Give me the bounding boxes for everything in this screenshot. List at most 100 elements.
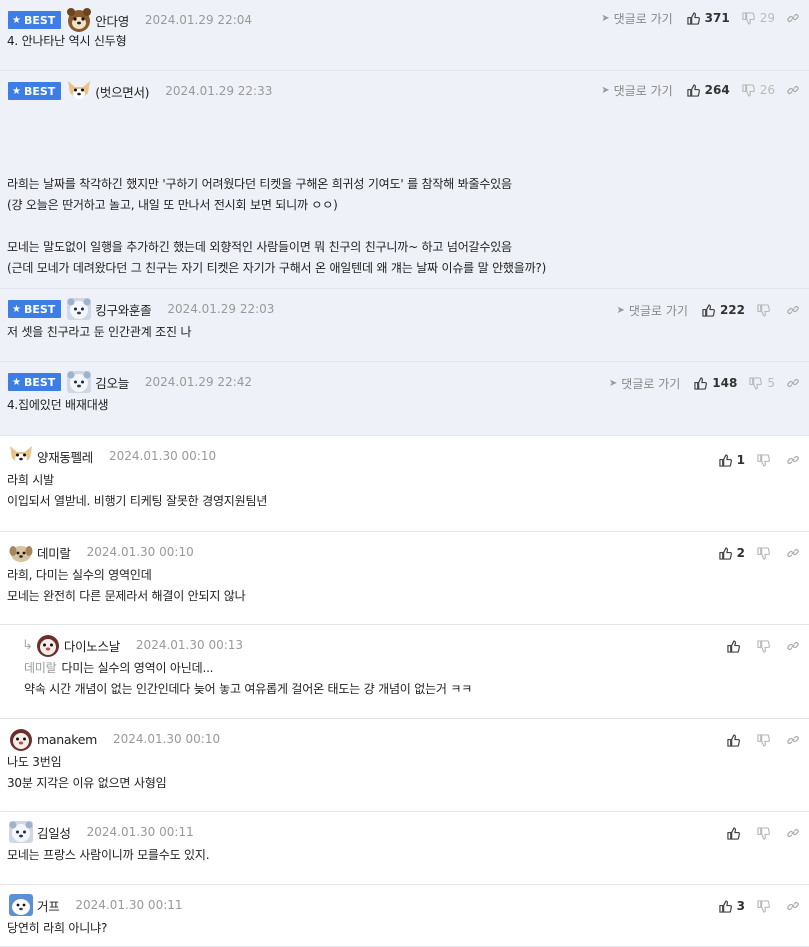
nickname[interactable]: (벗으면서)	[95, 82, 149, 101]
comment-date: 2024.01.30 00:11	[75, 898, 183, 912]
best-comment: ★ BEST 킹구와훈졸 2024.01.29 22:03 ➤ 댓글로 가기 222 저 셋을…	[0, 289, 809, 362]
avatar[interactable]	[8, 540, 34, 564]
thumbs-up-icon	[694, 376, 712, 390]
thumbs-down-icon	[742, 11, 760, 25]
upvote-count: 371	[704, 11, 730, 25]
comment-text: 모네는 프랑스 사람이니까 모를수도 있지.	[7, 848, 210, 862]
comment-text: 라희 시발	[7, 473, 54, 487]
upvote-button[interactable]: 222	[702, 303, 745, 317]
comment-text: 당연히 라희 아니냐?	[7, 921, 108, 935]
downvote-button[interactable]: 26	[742, 83, 775, 97]
avatar[interactable]	[8, 444, 34, 468]
upvote-button[interactable]	[727, 826, 745, 840]
downvote-button[interactable]	[757, 303, 775, 317]
reply-comment: ↳ 다이노스날 2024.01.30 00:13 데미랄 다미는 실수의 영역이 아닌데…	[0, 625, 809, 719]
comment-line: 모네는 완전히 다른 문제라서 해결이 안되지 않나	[7, 586, 246, 607]
avatar[interactable]	[66, 370, 92, 394]
comment-text: 모네는 완전히 다른 문제라서 해결이 안되지 않나	[7, 589, 246, 603]
thumbs-up-icon	[727, 639, 745, 653]
downvote-button[interactable]	[757, 733, 775, 747]
nickname[interactable]: 다이노스날	[64, 636, 120, 655]
upvote-button[interactable]: 264	[686, 83, 730, 97]
avatar[interactable]	[8, 820, 34, 844]
nickname[interactable]: 안다영	[95, 11, 129, 30]
comment-date: 2024.01.30 00:10	[109, 449, 217, 463]
mention-nickname[interactable]: 데미랄	[24, 661, 57, 675]
comment-text: 30분 지각은 이유 없으면 사형임	[7, 776, 167, 790]
nickname[interactable]: 김일성	[37, 823, 71, 842]
upvote-button[interactable]	[727, 733, 745, 747]
comment-header: ★ BEST 안다영 2024.01.29 22:04	[8, 7, 252, 33]
thumbs-down-icon	[757, 826, 775, 840]
upvote-button[interactable]: 148	[694, 376, 737, 390]
comment-text: 라희는 날짜를 착각하긴 했지만 '구하기 어려웠다던 티켓을 구해온 희귀성 …	[7, 177, 512, 191]
goto-comment-link[interactable]: ➤ 댓글로 가기	[601, 82, 672, 99]
comment-line: 라희 시발	[7, 470, 267, 491]
downvote-button[interactable]	[757, 639, 775, 653]
upvote-button[interactable]: 3	[718, 899, 745, 913]
downvote-button[interactable]	[757, 546, 775, 560]
comment-body: 라희 시발 이입되서 열받네. 비행기 티케팅 잘못한 경영지원팀년	[7, 470, 267, 512]
avatar[interactable]	[66, 79, 92, 103]
copy-link-button[interactable]	[787, 640, 799, 652]
comment-text: 다미는 실수의 영역이 아닌데...	[61, 661, 214, 675]
upvote-button[interactable]: 1	[718, 453, 745, 467]
comment-line: 모네는 프랑스 사람이니까 모를수도 있지.	[7, 845, 210, 866]
downvote-button[interactable]: 5	[749, 376, 775, 390]
copy-link-button[interactable]	[787, 12, 799, 24]
nickname[interactable]: 데미랄	[37, 543, 71, 562]
downvote-button[interactable]	[757, 899, 775, 913]
thumbs-up-icon	[686, 11, 705, 25]
nickname[interactable]: manakem	[37, 732, 97, 747]
comment-date: 2024.01.29 22:04	[144, 13, 253, 27]
goto-comment-link[interactable]: ➤ 댓글로 가기	[601, 10, 672, 27]
copy-link-button[interactable]	[787, 304, 799, 316]
downvote-button[interactable]: 29	[742, 11, 775, 25]
nickname[interactable]: 거프	[37, 896, 60, 915]
best-label: BEST	[23, 302, 56, 316]
thumbs-up-icon	[686, 83, 705, 97]
comment-text: 저 셋을 친구라고 둔 인간관계 조진 나	[7, 325, 192, 339]
best-label: BEST	[23, 13, 56, 27]
comment-text: 모네는 말도없이 일행을 추가하긴 했는데 외향적인 사람들이면 뭐 친구의 친…	[7, 240, 512, 254]
comment-date: 2024.01.30 00:10	[112, 732, 221, 746]
upvote-count: 3	[736, 899, 745, 913]
copy-link-button[interactable]	[787, 547, 799, 559]
comment-line: 라희는 날짜를 착각하긴 했지만 '구하기 어려웠다던 티켓을 구해온 희귀성 …	[7, 174, 546, 195]
avatar[interactable]	[8, 727, 34, 751]
avatar[interactable]	[8, 893, 34, 917]
avatar[interactable]	[35, 633, 61, 657]
star-icon: ★	[12, 303, 21, 315]
comment-actions: 2	[718, 544, 799, 562]
downvote-button[interactable]	[757, 453, 775, 467]
best-badge: ★ BEST	[8, 11, 62, 29]
copy-link-button[interactable]	[787, 454, 799, 466]
avatar[interactable]	[66, 8, 92, 32]
thumbs-up-icon	[718, 453, 737, 467]
copy-link-button[interactable]	[787, 900, 799, 912]
comment-line: (근데 모네가 데려왔다던 그 친구는 자기 티켓은 자기가 구해서 온 애일텐…	[7, 258, 546, 279]
nickname[interactable]: 킹구와훈졸	[95, 300, 151, 319]
upvote-count: 264	[704, 83, 730, 97]
comment-date: 2024.01.30 00:10	[86, 545, 194, 559]
comment-text: 4. 안나타난 역시 신두형	[7, 34, 127, 48]
copy-link-button[interactable]	[787, 734, 799, 746]
comment-date: 2024.01.29 22:42	[144, 375, 253, 389]
avatar[interactable]	[66, 297, 92, 321]
nickname[interactable]: 양재동펠레	[37, 447, 93, 466]
upvote-button[interactable]: 2	[718, 546, 745, 560]
nickname[interactable]: 김오늘	[95, 373, 129, 392]
comment-text: (근데 모네가 데려왔다던 그 친구는 자기 티켓은 자기가 구해서 온 애일텐…	[7, 261, 547, 275]
copy-link-button[interactable]	[787, 827, 799, 839]
thumbs-down-icon	[757, 899, 775, 913]
downvote-count: 5	[767, 376, 775, 390]
copy-link-button[interactable]	[787, 377, 799, 389]
comment-body: 4. 안나타난 역시 신두형	[7, 31, 127, 52]
goto-comment-link[interactable]: ➤ 댓글로 가기	[609, 375, 680, 392]
goto-comment-link[interactable]: ➤ 댓글로 가기	[617, 302, 688, 319]
comment-line: 저 셋을 친구라고 둔 인간관계 조진 나	[7, 322, 191, 343]
upvote-button[interactable]	[727, 639, 745, 653]
downvote-button[interactable]	[757, 826, 775, 840]
copy-link-button[interactable]	[787, 84, 799, 96]
upvote-button[interactable]: 371	[686, 11, 730, 25]
